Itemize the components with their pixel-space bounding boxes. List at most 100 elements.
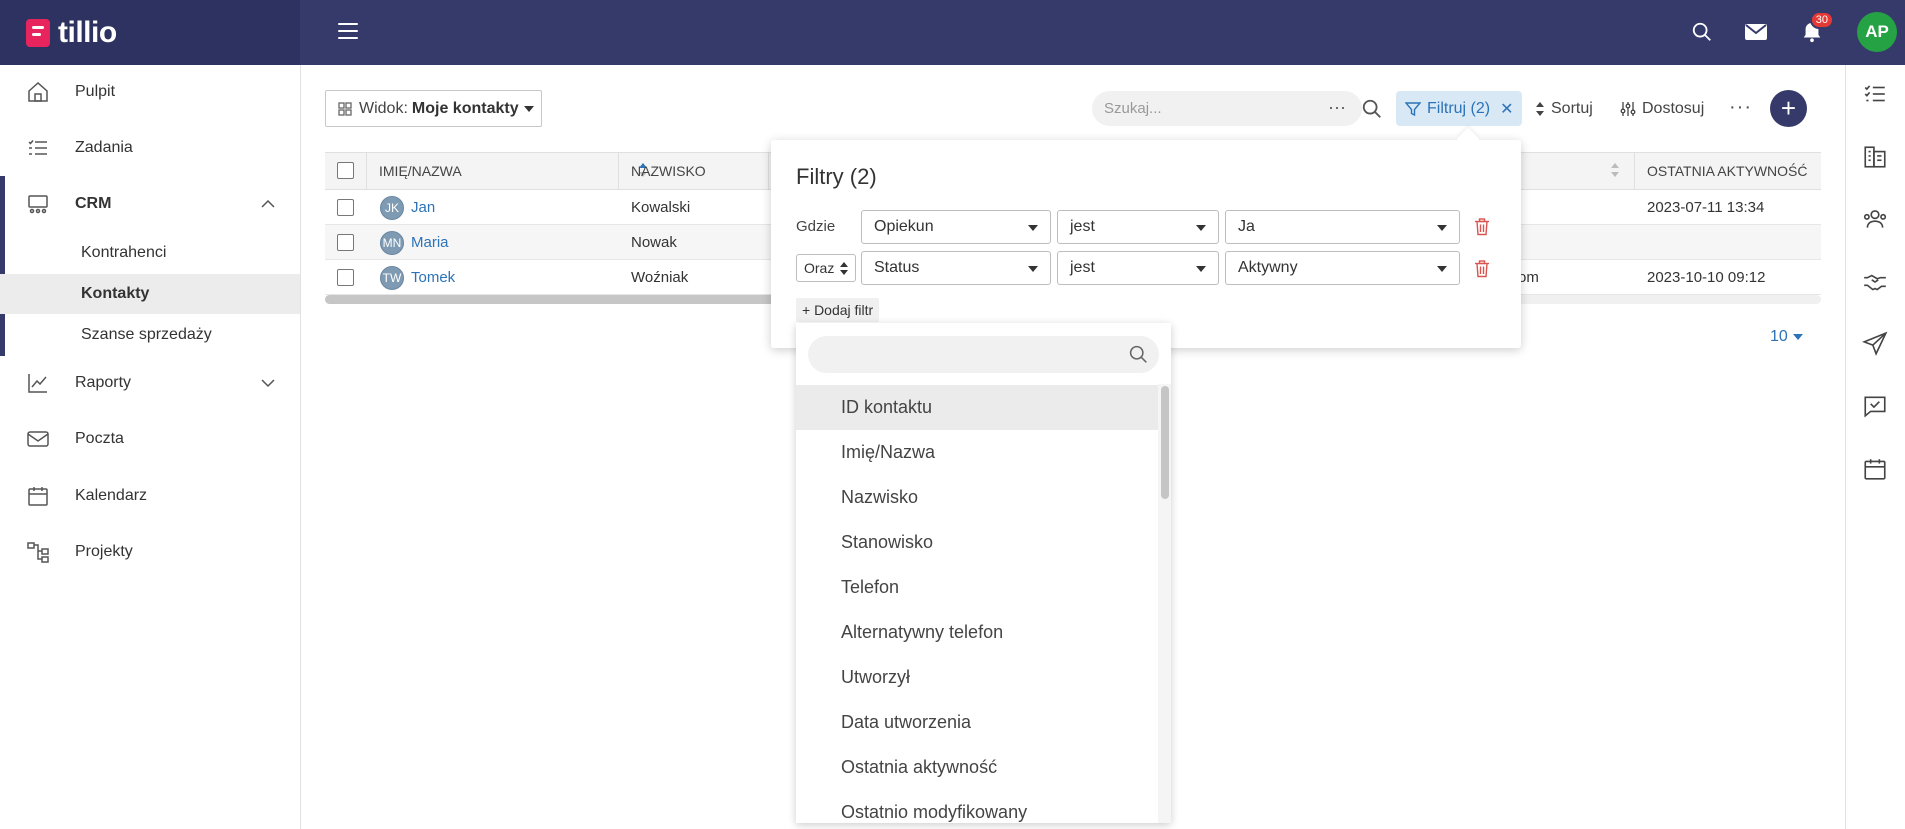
dropdown-option[interactable]: Utworzył bbox=[796, 655, 1158, 700]
sidebar-item-label: Raporty bbox=[75, 374, 132, 391]
send-icon[interactable] bbox=[1862, 331, 1888, 357]
caret-down-icon bbox=[1437, 225, 1447, 231]
dropdown-option[interactable]: Ostatnia aktywność bbox=[796, 745, 1158, 790]
chat-check-icon[interactable] bbox=[1862, 393, 1888, 419]
sort-button[interactable]: Sortuj bbox=[1535, 91, 1593, 126]
contact-name-link[interactable]: Tomek bbox=[411, 260, 455, 294]
clear-filter-icon[interactable]: ✕ bbox=[1500, 99, 1513, 119]
where-label: Gdzie bbox=[796, 218, 836, 235]
filter-operator-select[interactable]: jest bbox=[1057, 251, 1219, 285]
contacts-icon[interactable] bbox=[1862, 206, 1888, 232]
sort-icon[interactable] bbox=[1610, 163, 1620, 179]
header-ostatnia-aktywnosc[interactable]: OSTATNIA AKTYWNOŚĆ bbox=[1635, 153, 1821, 189]
sidebar-sub-kontakty[interactable]: Kontakty bbox=[0, 274, 300, 314]
dropdown-scrollbar[interactable] bbox=[1158, 384, 1171, 823]
filter-field-value: Status bbox=[874, 259, 920, 276]
logic-operator-select[interactable]: Oraz bbox=[796, 254, 856, 282]
row-checkbox[interactable] bbox=[337, 269, 354, 286]
column-header-label: NAZWISKO bbox=[631, 163, 706, 179]
calendar-icon[interactable] bbox=[1862, 456, 1888, 482]
top-bar: tillio 30 AP bbox=[0, 0, 1905, 65]
search-input[interactable] bbox=[1104, 91, 1304, 126]
filter-button[interactable]: Filtruj (2) ✕ bbox=[1396, 91, 1522, 126]
sidebar-item-label: Zadania bbox=[75, 139, 133, 156]
chevron-up-icon[interactable] bbox=[260, 196, 276, 212]
calendar-icon bbox=[28, 487, 48, 506]
view-selector[interactable]: Widok: Moje kontakty bbox=[325, 90, 542, 127]
dropdown-option[interactable]: Stanowisko bbox=[796, 520, 1158, 565]
filter-value-select[interactable]: Aktywny bbox=[1225, 251, 1460, 285]
search-box: ··· bbox=[1092, 91, 1381, 126]
row-checkbox[interactable] bbox=[337, 199, 354, 216]
search-icon[interactable] bbox=[1688, 18, 1716, 46]
filter-operator-select[interactable]: jest bbox=[1057, 210, 1219, 244]
view-name: Moje kontakty bbox=[411, 99, 519, 117]
sidebar-item-poczta[interactable]: Poczta bbox=[0, 419, 300, 459]
contact-avatar: MN bbox=[380, 231, 404, 255]
user-avatar[interactable]: AP bbox=[1857, 12, 1897, 52]
filter-field-select[interactable]: Status bbox=[861, 251, 1051, 285]
dropdown-option[interactable]: Telefon bbox=[796, 565, 1158, 610]
sidebar-item-label: Projekty bbox=[75, 543, 133, 560]
page-size-selector[interactable]: 10 bbox=[1770, 328, 1803, 346]
dropdown-option[interactable]: Alternatywny telefon bbox=[796, 610, 1158, 655]
sidebar-item-label: CRM bbox=[75, 195, 112, 212]
mail-icon bbox=[27, 431, 49, 447]
filter-popover-title: Filtry (2) bbox=[796, 164, 877, 189]
right-rail bbox=[1845, 65, 1905, 829]
row-checkbox[interactable] bbox=[337, 234, 354, 251]
add-contact-button[interactable]: + bbox=[1770, 90, 1807, 127]
sidebar-item-zadania[interactable]: Zadania bbox=[0, 128, 300, 168]
filter-field-value: Opiekun bbox=[874, 218, 934, 235]
brand[interactable]: tillio bbox=[0, 0, 300, 65]
header-nazwisko[interactable]: NAZWISKO bbox=[619, 153, 769, 189]
filter-field-select[interactable]: Opiekun bbox=[861, 210, 1051, 244]
cell-last-activity: 2023-07-11 13:34 bbox=[1647, 198, 1765, 216]
mail-icon[interactable] bbox=[1742, 18, 1770, 46]
dropdown-option[interactable]: Nazwisko bbox=[796, 475, 1158, 520]
sidebar-item-projekty[interactable]: Projekty bbox=[0, 532, 300, 572]
dropdown-search-input[interactable] bbox=[822, 336, 1122, 373]
filter-value-select[interactable]: Ja bbox=[1225, 210, 1460, 244]
logo-icon bbox=[26, 18, 50, 47]
sidebar-sub-label: Kontrahenci bbox=[81, 244, 167, 261]
more-actions-icon[interactable]: ··· bbox=[1729, 96, 1752, 119]
caret-down-icon bbox=[523, 105, 534, 112]
sidebar-item-raporty[interactable]: Raporty bbox=[0, 363, 300, 403]
chevron-down-icon[interactable] bbox=[260, 375, 276, 391]
contact-name-link[interactable]: Maria bbox=[411, 225, 449, 259]
scrollbar-thumb[interactable] bbox=[1161, 386, 1169, 499]
sidebar-sub-szanse-sprzedazy[interactable]: Szanse sprzedaży bbox=[0, 315, 300, 355]
sidebar-item-kalendarz[interactable]: Kalendarz bbox=[0, 476, 300, 516]
select-all-checkbox[interactable] bbox=[337, 162, 354, 179]
sidebar-sub-kontrahenci[interactable]: Kontrahenci bbox=[0, 233, 300, 273]
dropdown-option[interactable]: ID kontaktu bbox=[796, 385, 1158, 430]
sidebar-item-label: Kalendarz bbox=[75, 487, 148, 504]
header-imie-nazwa[interactable]: IMIĘ/NAZWA bbox=[367, 153, 647, 189]
sidebar-item-pulpit[interactable]: Pulpit bbox=[0, 72, 300, 112]
header-hidden-column[interactable] bbox=[1515, 153, 1635, 189]
dropdown-option[interactable]: Imię/Nazwa bbox=[796, 430, 1158, 475]
search-icon[interactable] bbox=[1361, 98, 1383, 120]
bell-icon[interactable]: 30 bbox=[1798, 11, 1834, 46]
checklist-icon[interactable] bbox=[1862, 81, 1888, 107]
sidebar-sub-label: Kontakty bbox=[81, 285, 150, 302]
add-filter-button[interactable]: + Dodaj filtr bbox=[796, 298, 880, 322]
building-icon[interactable] bbox=[1862, 144, 1888, 170]
dropdown-option[interactable]: Ostatnio modyfikowany bbox=[796, 790, 1158, 823]
trash-icon[interactable] bbox=[1474, 218, 1490, 236]
caret-down-icon bbox=[1792, 334, 1803, 340]
home-icon bbox=[28, 81, 48, 102]
page-size-value: 10 bbox=[1770, 328, 1788, 345]
customize-button[interactable]: Dostosuj bbox=[1620, 91, 1704, 126]
sidebar-item-crm[interactable]: CRM bbox=[0, 184, 300, 224]
contact-name-link[interactable]: Jan bbox=[411, 190, 435, 224]
handshake-icon[interactable] bbox=[1862, 269, 1888, 295]
filter-icon bbox=[1405, 101, 1421, 116]
filter-label: Filtruj (2) bbox=[1427, 99, 1491, 117]
trash-icon[interactable] bbox=[1474, 260, 1490, 278]
dropdown-option[interactable]: Data utworzenia bbox=[796, 700, 1158, 745]
crm-icon bbox=[28, 195, 48, 214]
menu-icon[interactable] bbox=[338, 23, 358, 41]
more-options-icon[interactable]: ··· bbox=[1328, 97, 1346, 118]
